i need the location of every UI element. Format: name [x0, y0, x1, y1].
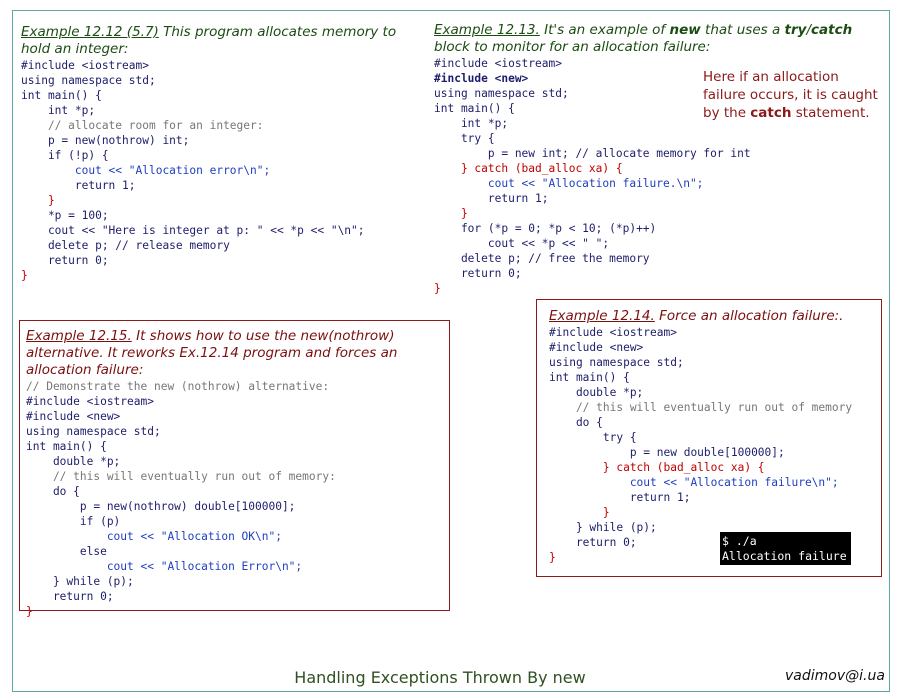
example-12-14: Example 12.14. Force an allocation failu…	[549, 308, 879, 565]
code-line: cout << *p << " ";	[434, 237, 610, 250]
code-line: }	[549, 551, 556, 564]
code-line: if (!p) {	[21, 149, 109, 162]
code-line: cout << "Allocation failure\n";	[549, 476, 839, 489]
code-line: return 1;	[21, 179, 136, 192]
example-12-13-label: Example 12.13.	[434, 22, 540, 38]
code-line: int main() {	[21, 89, 102, 102]
example-12-15-label: Example 12.15.	[26, 328, 132, 344]
terminal-line: $ ./a	[722, 534, 757, 548]
code-line: #include <iostream>	[21, 59, 149, 72]
code-line: return 0;	[434, 267, 522, 280]
code-line: }	[21, 194, 55, 207]
code-comment: // this will eventually run out of memor…	[26, 470, 336, 483]
code-line: p = new(nothrow) double[100000];	[26, 500, 296, 513]
code-line: } catch (bad_alloc xa) {	[434, 162, 623, 175]
note-text: statement.	[791, 105, 870, 121]
code-line: cout << "Allocation Error\n";	[26, 560, 303, 573]
example-12-12-label: Example 12.12 (5.7)	[21, 24, 159, 40]
title-keyword-new: new	[669, 22, 701, 38]
title-keyword-try: try	[784, 22, 807, 38]
code-line: } while (p);	[26, 575, 134, 588]
code-line: }	[549, 506, 610, 519]
catch-note: Here if an allocation failure occurs, it…	[703, 68, 883, 122]
example-12-12-title: Example 12.12 (5.7) This program allocat…	[21, 24, 416, 58]
code-comment: // allocate room for an integer:	[21, 119, 264, 132]
code-line: return 1;	[549, 491, 691, 504]
code-line: p = new int; // allocate memory for int	[434, 147, 751, 160]
code-line: do {	[26, 485, 80, 498]
code-line: return 0;	[26, 590, 114, 603]
code-line: *p = 100;	[21, 209, 109, 222]
code-line: }	[434, 207, 468, 220]
code-line: using namespace std;	[549, 356, 684, 369]
terminal-output: $ ./a Allocation failure	[720, 532, 851, 565]
code-line: delete p; // free the memory	[434, 252, 650, 265]
code-comment: // Demonstrate the new (nothrow) alterna…	[26, 380, 330, 393]
code-line: }	[26, 605, 33, 618]
code-line: p = new double[100000];	[549, 446, 785, 459]
example-12-12: Example 12.12 (5.7) This program allocat…	[21, 24, 416, 283]
code-line: cout << "Here is integer at p: " << *p <…	[21, 224, 365, 237]
code-line: #include <new>	[549, 341, 644, 354]
title-text: that uses a	[700, 22, 785, 38]
example-12-15-code: // Demonstrate the new (nothrow) alterna…	[26, 379, 444, 619]
terminal-line: Allocation failure	[722, 549, 847, 563]
code-line: } while (p);	[549, 521, 657, 534]
code-line: #include <new>	[26, 410, 121, 423]
code-line: int *p;	[434, 117, 509, 130]
example-12-14-description: Force an allocation failure:.	[654, 308, 844, 324]
author-email: vadimov@i.ua	[785, 668, 885, 684]
code-line: return 0;	[549, 536, 637, 549]
code-line: double *p;	[26, 455, 121, 468]
code-line: cout << "Allocation failure.\n";	[434, 177, 704, 190]
code-line: #include <iostream>	[26, 395, 154, 408]
code-line: int *p;	[21, 104, 96, 117]
code-line: delete p; // release memory	[21, 239, 230, 252]
title-text: It's an example of	[539, 22, 670, 38]
code-line: }	[434, 282, 441, 295]
code-line: p = new(nothrow) int;	[21, 134, 190, 147]
example-12-15-box: Example 12.15. It shows how to use the n…	[19, 320, 450, 618]
example-12-15-title: Example 12.15. It shows how to use the n…	[26, 328, 444, 379]
example-12-14-code: #include <iostream> #include <new> using…	[549, 325, 879, 565]
example-12-14-title: Example 12.14. Force an allocation failu…	[549, 308, 879, 325]
code-line: using namespace std;	[434, 87, 569, 100]
code-line: using namespace std;	[21, 74, 156, 87]
slide-title: Handling Exceptions Thrown By new	[294, 668, 586, 687]
code-line: int main() {	[26, 440, 107, 453]
code-line: }	[21, 269, 28, 282]
note-keyword-catch: catch	[750, 105, 792, 121]
example-12-14-label: Example 12.14.	[549, 308, 655, 324]
code-line: } catch (bad_alloc xa) {	[549, 461, 765, 474]
code-comment: // this will eventually run out of memor…	[549, 401, 853, 414]
example-12-13: Example 12.13. It's an example of new th…	[434, 22, 874, 296]
code-line: return 0;	[21, 254, 109, 267]
code-line: try {	[434, 132, 495, 145]
code-line: cout << "Allocation error\n";	[21, 164, 271, 177]
code-line: try {	[549, 431, 637, 444]
code-line: return 1;	[434, 192, 549, 205]
code-line: #include <new>	[434, 72, 529, 85]
title-text: block to monitor for an allocation failu…	[434, 39, 711, 55]
code-line: int main() {	[434, 102, 515, 115]
code-line: cout << "Allocation OK\n";	[26, 530, 282, 543]
code-line: int main() {	[549, 371, 630, 384]
code-line: using namespace std;	[26, 425, 161, 438]
code-line: #include <iostream>	[434, 57, 562, 70]
example-12-13-title: Example 12.13. It's an example of new th…	[434, 22, 874, 56]
code-line: if (p)	[26, 515, 121, 528]
example-12-12-code: #include <iostream> using namespace std;…	[21, 58, 416, 283]
title-keyword-catch: catch	[811, 22, 853, 38]
code-line: else	[26, 545, 107, 558]
code-line: for (*p = 0; *p < 10; (*p)++)	[434, 222, 657, 235]
code-line: double *p;	[549, 386, 644, 399]
code-line: #include <iostream>	[549, 326, 677, 339]
example-12-15: Example 12.15. It shows how to use the n…	[26, 328, 444, 619]
code-line: do {	[549, 416, 603, 429]
